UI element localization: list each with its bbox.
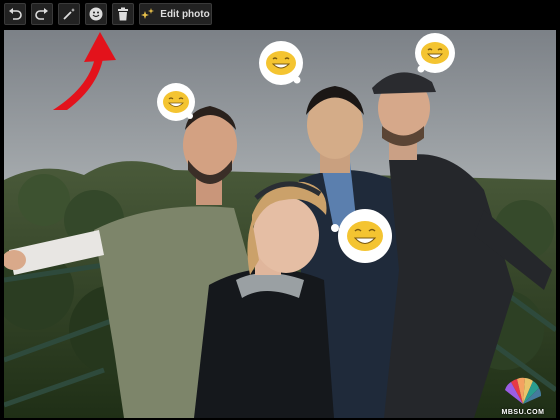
smiley-icon [89, 7, 103, 21]
site-watermark: MBSU.COM [498, 376, 548, 416]
emoji-button[interactable] [85, 3, 107, 25]
undo-button[interactable] [4, 3, 26, 25]
sparkle-icon [141, 8, 155, 19]
trash-icon [118, 7, 128, 21]
undo-icon [9, 8, 22, 20]
photo-canvas[interactable]: MBSU.COM [4, 30, 556, 418]
redo-icon [35, 8, 48, 20]
emoji-sticker-4[interactable] [330, 208, 392, 264]
edit-photo-button[interactable]: Edit photo [139, 3, 212, 25]
emoji-sticker-1[interactable] [156, 82, 196, 122]
rainbow-logo-icon [505, 377, 542, 404]
magic-wand-button[interactable] [58, 3, 80, 25]
watermark-text: MBSU.COM [501, 409, 545, 416]
emoji-sticker-2[interactable] [258, 40, 304, 86]
redo-button[interactable] [31, 3, 53, 25]
photo-toolbar: Edit photo [0, 0, 560, 28]
magic-wand-icon [63, 8, 75, 20]
delete-button[interactable] [112, 3, 134, 25]
annotation-arrow [52, 32, 116, 110]
edit-photo-label: Edit photo [160, 8, 210, 20]
emoji-sticker-3[interactable] [414, 32, 456, 74]
